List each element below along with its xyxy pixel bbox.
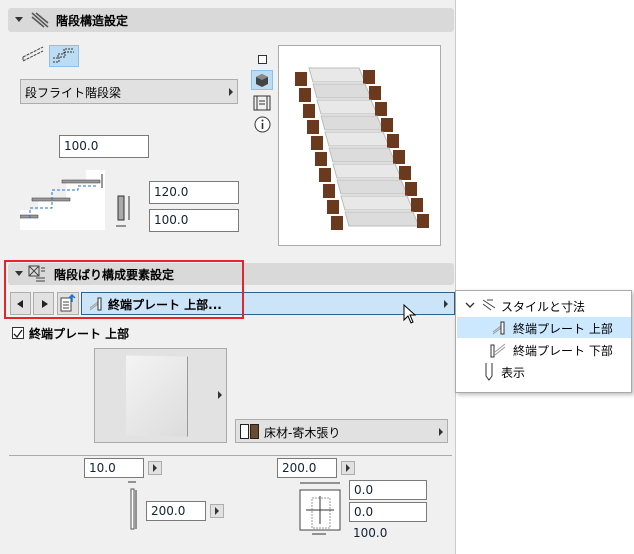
dropdown-value: 段フライト階段梁 <box>25 86 122 100</box>
bottom-value: 100.0 <box>353 526 388 540</box>
stringer-block <box>381 118 393 132</box>
stringer-block <box>331 216 343 230</box>
chevron-right-icon <box>439 428 443 436</box>
stringer-block <box>417 214 429 228</box>
2d-view-icon[interactable] <box>258 55 267 64</box>
menu-item-end-plate-bottom[interactable]: 終端プレート 下部 <box>457 339 631 360</box>
material-swatch-wood <box>250 424 259 439</box>
stringer-type-straight-icon[interactable] <box>21 45 47 65</box>
stair-tread <box>344 211 420 227</box>
stair-tread <box>324 131 390 147</box>
top-offset-input[interactable]: 100.0 <box>59 135 149 158</box>
menu-label: 終端プレート 下部 <box>513 344 613 358</box>
stringer-block <box>311 136 323 150</box>
stair-tread <box>336 179 408 195</box>
end-plate-top-icon <box>492 321 505 335</box>
material-preview[interactable] <box>94 348 227 443</box>
stair-tread <box>328 147 396 163</box>
plate-thickness-diagram <box>128 481 137 530</box>
settings-panel: 階段構造設定 段フライト階段梁 100.0 120.0 100.0 階段ばり構成… <box>0 0 456 554</box>
stringer-block <box>303 104 315 118</box>
stringer-block <box>315 152 327 166</box>
stair-3d-render <box>295 67 429 230</box>
stringer-block <box>411 198 423 212</box>
menu-group-style-dimensions[interactable]: スタイルと寸法 <box>457 295 631 316</box>
plate-preview-image <box>126 355 188 437</box>
material-name: 床材-寄木張り <box>264 426 341 440</box>
menu-label: スタイルと寸法 <box>501 300 586 314</box>
offset-x-input[interactable]: 0.0 <box>349 480 427 500</box>
stringer-block <box>369 86 381 100</box>
stringer-block <box>299 88 311 102</box>
highlight-box <box>4 260 244 319</box>
info-icon[interactable] <box>254 116 271 133</box>
cube-icon <box>256 74 268 87</box>
stringer-block <box>295 72 307 86</box>
collapse-triangle-icon[interactable] <box>15 17 23 22</box>
stringer-block <box>323 184 335 198</box>
chevron-down-icon <box>465 302 475 308</box>
plate-offset-diagram <box>299 482 341 535</box>
menu-label: 表示 <box>501 366 526 380</box>
stair-tread <box>316 99 378 115</box>
stringer-block <box>319 168 331 182</box>
checkmark-icon <box>13 329 23 339</box>
3d-view-button[interactable] <box>251 70 273 90</box>
stringer-block <box>387 134 399 148</box>
stringer-block <box>327 200 339 214</box>
beam-width-input[interactable]: 100.0 <box>149 209 239 232</box>
mouse-cursor-icon <box>403 304 417 324</box>
section-view-icon[interactable] <box>253 95 271 111</box>
stringer-block <box>363 70 375 84</box>
stringer-block <box>375 102 387 116</box>
beam-height-input[interactable]: 120.0 <box>149 181 239 204</box>
thickness-options-button[interactable] <box>148 461 162 475</box>
component-enabled-checkbox[interactable] <box>12 327 24 339</box>
stair-tread <box>332 163 402 179</box>
stair-tread <box>320 115 384 131</box>
stair-structure-icon <box>31 12 49 28</box>
menu-label: 終端プレート 上部 <box>513 322 613 336</box>
menu-item-display[interactable]: 表示 <box>457 361 631 382</box>
chevron-right-icon <box>229 88 233 96</box>
section-title: 階段構造設定 <box>56 14 129 28</box>
chevron-right-icon <box>444 300 448 308</box>
stringer-block <box>405 182 417 196</box>
stair-tread <box>340 195 414 211</box>
width-options-button[interactable] <box>341 461 355 475</box>
display-pen-icon <box>485 363 493 381</box>
checkbox-label: 終端プレート 上部 <box>29 327 130 341</box>
thickness-input[interactable]: 10.0 <box>84 458 144 478</box>
height-options-button[interactable] <box>210 504 224 518</box>
beam-section-diagram <box>116 195 130 227</box>
stringer-type-stepped-button[interactable] <box>49 45 79 67</box>
stringer-type-dropdown[interactable]: 段フライト階段梁 <box>20 79 238 104</box>
material-swatch-white <box>240 424 249 439</box>
structure-section-header[interactable]: 階段構造設定 <box>8 8 454 32</box>
stair-tread <box>312 83 372 99</box>
chevron-right-icon[interactable] <box>218 391 222 399</box>
stair-style-icon <box>482 299 496 311</box>
stringer-block <box>393 150 405 164</box>
stringer-block <box>307 120 319 134</box>
stringer-profile-diagram <box>20 170 105 230</box>
3d-preview <box>278 45 441 246</box>
end-plate-bottom-icon <box>490 343 506 358</box>
stair-tread <box>308 67 366 83</box>
offset-y-input[interactable]: 0.0 <box>349 502 427 522</box>
plate-width-input[interactable]: 200.0 <box>277 458 337 478</box>
plate-height-input[interactable]: 200.0 <box>146 501 206 521</box>
menu-item-end-plate-top[interactable]: 終端プレート 上部 <box>457 317 631 338</box>
component-popup-menu: スタイルと寸法 終端プレート 上部 終端プレート 下部 表示 <box>455 290 632 393</box>
divider <box>9 455 452 456</box>
stringer-block <box>399 166 411 180</box>
material-dropdown[interactable]: 床材-寄木張り <box>235 419 448 443</box>
stepped-stringer-icon <box>53 48 74 63</box>
